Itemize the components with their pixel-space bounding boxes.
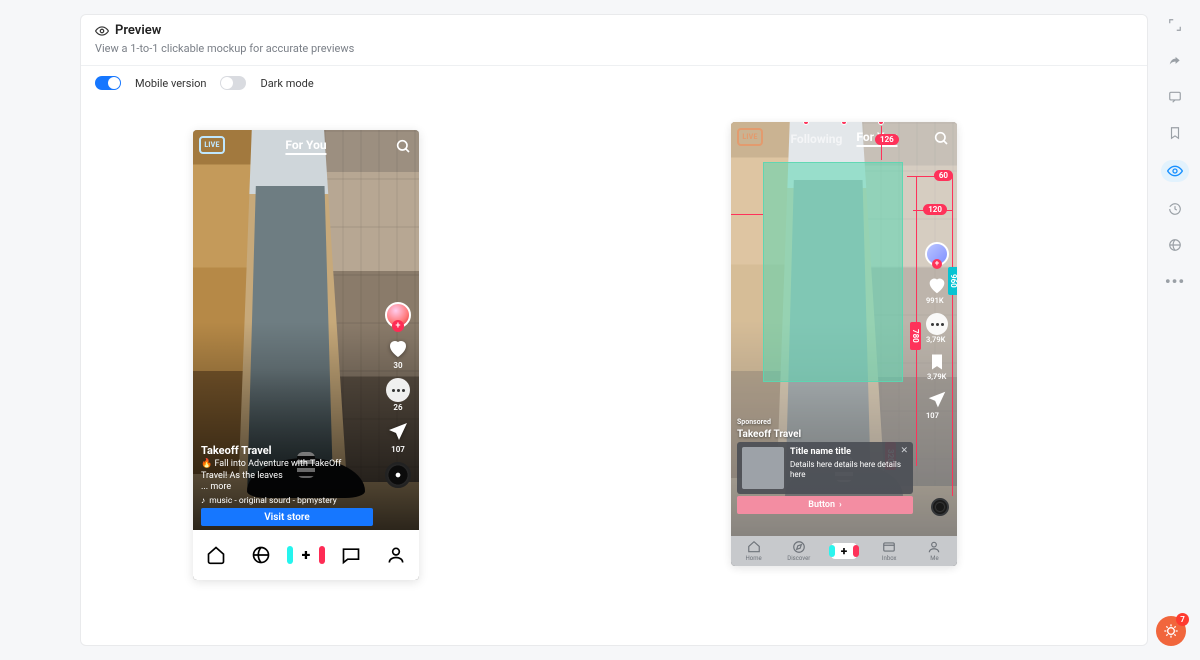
panel-header: Preview View a 1-to-1 clickable mockup f… [81,15,1147,66]
tab-create[interactable]: + [821,536,866,566]
tab-discover[interactable]: Discover [776,536,821,566]
panel-title: Preview [115,23,161,38]
mobile-toggle-label: Mobile version [135,77,206,90]
tab-home[interactable] [193,530,238,580]
popup-details: Details here details here details here [790,460,901,479]
mockup-right[interactable]: LIVE Following For You 126 60 120 960 [731,122,957,566]
preview-icon[interactable] [1161,160,1189,182]
measurement: 60 [934,170,953,181]
more-link[interactable]: ... more [201,482,231,492]
tab-bar: Home Discover + Inbox Me [731,536,957,566]
live-badge[interactable]: LIVE [199,136,225,154]
share-button[interactable]: 107 [926,389,948,420]
tool-rail: ••• [1158,16,1192,290]
feed: LIVE For You + 30 26 107 Takeoff Travel … [193,130,419,530]
popup-card[interactable]: Title name title Details here details he… [737,442,913,494]
creator-avatar[interactable]: + [385,302,411,328]
dark-toggle-label: Dark mode [260,77,313,90]
save-button[interactable]: 3,79K [927,352,947,381]
comment-icon[interactable] [1166,88,1184,106]
tab-friends[interactable] [238,530,283,580]
tab-profile[interactable] [374,530,419,580]
more-icon[interactable]: ••• [1166,272,1184,290]
tab-foryou[interactable]: For You [285,138,326,155]
help-fab[interactable]: 7 [1156,616,1186,646]
feed: LIVE Following For You 126 60 120 960 [731,122,957,536]
creator-name[interactable]: Takeoff Travel [201,444,272,457]
comment-button[interactable]: 26 [386,378,410,412]
comment-button[interactable]: 3,79K [926,313,948,344]
eye-icon [95,24,109,38]
sponsored-tag: Sponsored [737,418,771,426]
preview-canvas: LIVE For You + 30 26 107 Takeoff Travel … [81,100,1147,620]
expand-icon[interactable] [1166,16,1184,34]
tab-home[interactable]: Home [731,536,776,566]
measurement: 780 [910,322,921,350]
top-tabs: For You [285,138,326,155]
measurement: 126 [875,134,899,145]
music-row[interactable]: ♪ music - original sourd - bpmystery [201,495,373,506]
toggle-row: Mobile version Dark mode [81,66,1147,100]
live-badge[interactable]: LIVE [737,128,763,146]
action-rail: + 991K 3,79K 3,79K 107 [923,242,951,420]
creator-avatar[interactable]: + [925,242,949,266]
like-button[interactable]: 991K [926,274,948,305]
cta-button[interactable]: Visit store [201,508,373,526]
creator-name[interactable]: Takeoff Travel [737,429,801,440]
measurement: 120 [923,204,947,215]
tab-inbox[interactable]: Inbox [867,536,912,566]
mockup-left[interactable]: LIVE For You + 30 26 107 Takeoff Travel … [193,130,419,580]
action-rail: + 30 26 107 [383,302,413,488]
bookmark-icon[interactable] [1166,124,1184,142]
search-icon[interactable] [933,130,949,146]
dark-toggle[interactable] [220,76,246,90]
preview-panel: Preview View a 1-to-1 clickable mockup f… [80,14,1148,646]
sound-disc[interactable] [931,498,949,516]
caption: Takeoff Travel 🔥 Fall into Adventure wit… [201,444,373,494]
popup-title: Title name title [790,447,908,458]
popup-thumbnail [742,447,784,489]
cta-button[interactable]: Button › [737,496,913,514]
share-button[interactable]: 107 [386,420,410,454]
sound-disc[interactable] [385,462,411,488]
tab-create[interactable]: + [283,530,328,580]
tab-inbox[interactable] [329,530,374,580]
notification-badge: 7 [1176,613,1189,626]
tab-bar: + [193,530,419,580]
tab-following[interactable]: Following [790,132,842,146]
tab-me[interactable]: Me [912,536,957,566]
globe-icon[interactable] [1166,236,1184,254]
share-icon[interactable] [1166,52,1184,70]
like-button[interactable]: 30 [386,336,410,370]
history-icon[interactable] [1166,200,1184,218]
mobile-toggle[interactable] [95,76,121,90]
panel-subtitle: View a 1-to-1 clickable mockup for accur… [95,42,1133,55]
selection-overlay[interactable] [763,162,903,382]
search-icon[interactable] [395,138,411,154]
close-icon[interactable]: ✕ [900,446,908,456]
